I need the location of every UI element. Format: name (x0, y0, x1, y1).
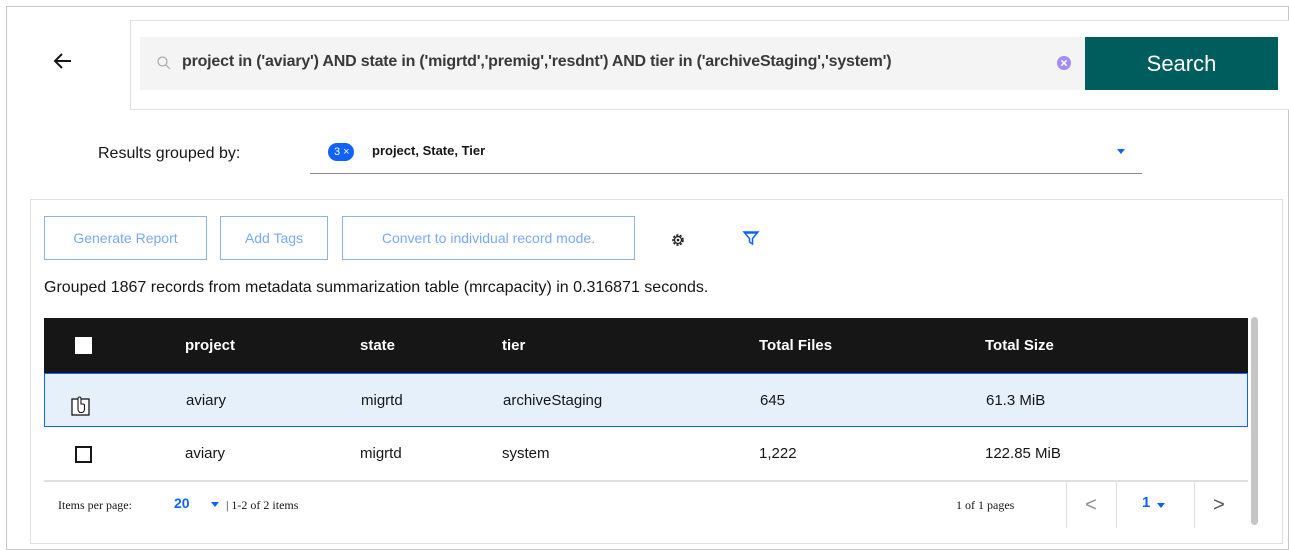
tag-close-icon[interactable]: × (343, 146, 349, 158)
chevron-down-icon[interactable] (1117, 149, 1125, 154)
column-header-total-size[interactable]: Total Size (985, 318, 1054, 373)
chevron-down-icon[interactable] (211, 502, 219, 507)
search-input[interactable]: project in ('aviary') AND state in ('mig… (140, 37, 1085, 90)
group-by-select[interactable]: 3 × project, State, Tier (310, 135, 1142, 174)
generate-report-button[interactable]: Generate Report (44, 216, 207, 260)
cell-state: migrtd (360, 445, 402, 462)
page-count-text: 1 of 1 pages (956, 498, 1015, 512)
column-header-project[interactable]: project (185, 318, 235, 373)
summary-text: Grouped 1867 records from metadata summa… (44, 279, 709, 296)
items-per-page-label: Items per page: (58, 498, 132, 512)
cell-tier: archiveStaging (503, 391, 603, 409)
cell-total-size: 122.85 MiB (985, 445, 1061, 462)
page-number-select[interactable]: 1 (1142, 494, 1150, 511)
item-range-text: | 1-2 of 2 items (226, 498, 299, 512)
chevron-down-icon[interactable] (1157, 503, 1165, 508)
cell-total-files: 1,222 (759, 445, 797, 462)
table-scrollbar[interactable] (1251, 317, 1258, 525)
cell-total-files: 645 (760, 391, 786, 409)
divider (1116, 482, 1117, 528)
table-row[interactable]: aviary migrtd archiveStaging 645 61.3 Mi… (44, 373, 1248, 427)
cell-project: aviary (185, 445, 226, 462)
clear-icon[interactable] (1056, 55, 1072, 71)
table-row[interactable]: aviary migrtd system 1,222 122.85 MiB (44, 427, 1248, 481)
hand-pointer-icon (71, 396, 90, 416)
column-header-total-files[interactable]: Total Files (759, 318, 832, 373)
search-query-text: project in ('aviary') AND state in ('mig… (182, 53, 892, 70)
select-all-checkbox[interactable] (75, 337, 92, 354)
previous-page-button[interactable]: < (1066, 482, 1116, 528)
items-per-page-select[interactable]: 20 (174, 495, 190, 511)
next-page-button[interactable]: > (1194, 482, 1244, 528)
settings-gear-icon[interactable] (670, 232, 686, 248)
selected-count-tag[interactable]: 3 × (328, 143, 354, 161)
group-by-value: project, State, Tier (372, 143, 486, 158)
cell-total-size: 61.3 MiB (986, 391, 1046, 409)
search-button[interactable]: Search (1085, 37, 1278, 90)
results-table: project state tier Total Files Total Siz… (44, 318, 1248, 481)
convert-mode-button[interactable]: Convert to individual record mode. (342, 216, 635, 260)
search-icon (157, 56, 171, 70)
back-arrow-icon[interactable] (48, 46, 78, 76)
add-tags-button[interactable]: Add Tags (220, 216, 328, 260)
filter-icon[interactable] (742, 230, 760, 246)
cell-tier: system (502, 445, 550, 462)
pagination-bar: Items per page: 20 | 1-2 of 2 items 1 of… (44, 481, 1248, 528)
row-checkbox[interactable] (75, 446, 92, 463)
column-header-state[interactable]: state (360, 318, 395, 373)
table-header: project state tier Total Files Total Siz… (44, 318, 1248, 373)
grouped-by-label: Results grouped by: (98, 145, 241, 162)
column-header-tier[interactable]: tier (502, 318, 525, 373)
cell-project: aviary (186, 391, 227, 409)
tag-count: 3 (334, 146, 341, 158)
cell-state: migrtd (361, 391, 403, 409)
